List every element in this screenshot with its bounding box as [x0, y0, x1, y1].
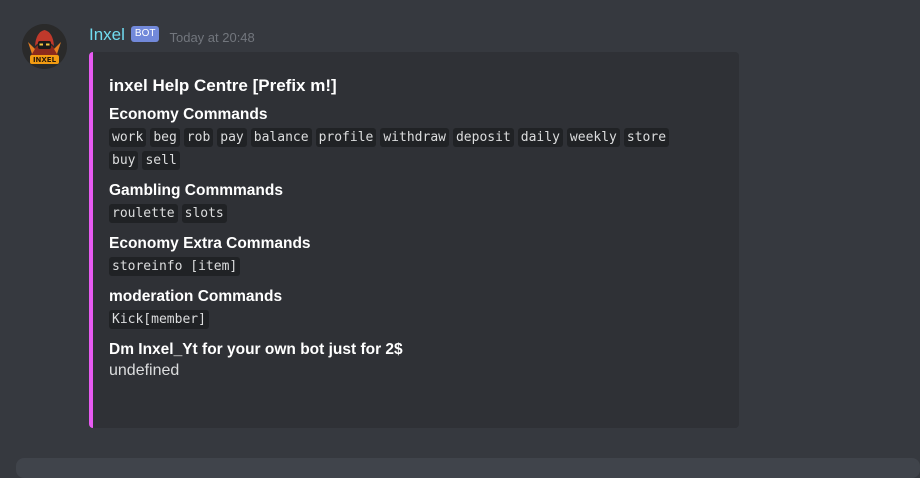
embed-content: inxel Help Centre [Prefix m!] Economy Co…	[109, 74, 723, 382]
hooded-character-avatar-icon: INXEL	[22, 24, 67, 69]
command-chip: sell	[142, 151, 180, 170]
timestamp[interactable]: Today at 20:48	[169, 30, 254, 45]
username[interactable]: Inxel	[89, 25, 125, 45]
command-chip: profile	[315, 128, 377, 147]
svg-text:INXEL: INXEL	[33, 56, 57, 64]
embed-field: Dm Inxel_Yt for your own bot just for 2$…	[109, 340, 723, 382]
command-chip: Kick[member]	[109, 310, 209, 329]
command-chip: deposit	[452, 128, 514, 147]
bot-tag: BOT	[130, 26, 160, 42]
bot-avatar[interactable]: INXEL	[22, 24, 67, 69]
command-chip: store	[623, 128, 670, 147]
field-value: Kick[member]	[109, 309, 723, 332]
embed-field: Economy Commands work beg rob pay balance pro…	[109, 105, 723, 173]
embed-title: inxel Help Centre [Prefix m!]	[109, 76, 337, 95]
field-name: Dm Inxel_Yt for your own bot just for 2$	[109, 341, 403, 358]
embed-field: Economy Extra Commands storeinfo [item]	[109, 234, 723, 279]
command-chip: pay	[217, 128, 247, 147]
embed-field: Gambling Commmands roulette slots	[109, 181, 723, 226]
command-chip: storeinfo [item]	[109, 257, 241, 276]
field-name: moderation Commands	[109, 288, 283, 305]
field-name: Economy Extra Commands	[109, 235, 311, 252]
message-header: Inxel BOT Today at 20:48	[89, 24, 255, 46]
command-chip: rob	[183, 128, 214, 147]
command-chip: withdraw	[380, 128, 449, 147]
message-input-bar[interactable]	[16, 458, 920, 478]
embed-field: moderation Commands Kick[member]	[109, 287, 723, 332]
command-chip: work	[109, 128, 147, 147]
field-name: Economy Commands	[109, 106, 268, 123]
command-chip: buy	[109, 151, 139, 170]
bot-message: INXEL Inxel BOT Today at 20:48 inxel Hel…	[0, 0, 920, 478]
command-chip: slots	[181, 204, 227, 223]
command-chip: beg	[150, 128, 180, 147]
command-chip: balance	[250, 128, 312, 147]
help-embed: inxel Help Centre [Prefix m!] Economy Co…	[89, 52, 739, 428]
field-name: Gambling Commmands	[109, 182, 283, 199]
command-chip: daily	[517, 128, 563, 147]
field-value: storeinfo [item]	[109, 256, 723, 279]
command-chip: roulette	[109, 204, 178, 223]
field-text: undefined	[109, 362, 180, 379]
command-chip: weekly	[566, 128, 620, 147]
field-value: work beg rob pay balance profile withdraw depos…	[109, 127, 723, 173]
field-value: roulette slots	[109, 203, 723, 226]
